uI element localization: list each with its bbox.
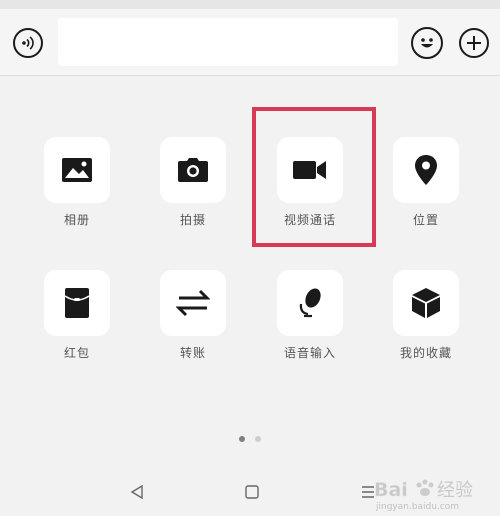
function-location[interactable]: 位置 bbox=[386, 137, 466, 228]
voice-input-icon bbox=[299, 288, 321, 318]
transfer-icon bbox=[176, 289, 210, 317]
function-favorites-tile[interactable] bbox=[393, 270, 459, 336]
emoji-icon bbox=[421, 38, 433, 48]
location-icon bbox=[415, 155, 437, 185]
function-location-tile[interactable] bbox=[393, 137, 459, 203]
svg-text:Bai: Bai bbox=[374, 479, 408, 501]
page-dot-2[interactable] bbox=[255, 436, 261, 442]
function-video-call[interactable]: 视频通话 bbox=[270, 137, 350, 228]
function-album-label: 相册 bbox=[63, 213, 90, 227]
function-voice-input-label: 语音输入 bbox=[283, 346, 336, 360]
red-packet-icon bbox=[64, 288, 90, 318]
more-functions-panel: 相册 拍摄 视频通话 位置 红包 转账 语音输入 我的收藏 bbox=[0, 76, 500, 456]
function-camera-label: 拍摄 bbox=[179, 213, 206, 227]
function-red-packet-label: 红包 bbox=[63, 346, 90, 360]
function-transfer-label: 转账 bbox=[179, 346, 206, 360]
voice-icon bbox=[22, 36, 34, 50]
function-video-call-label: 视频通话 bbox=[283, 213, 336, 227]
voice-toggle-button[interactable] bbox=[13, 28, 43, 58]
emoji-button[interactable] bbox=[411, 27, 443, 59]
home-square-icon bbox=[245, 485, 259, 499]
function-album[interactable]: 相册 bbox=[37, 137, 117, 228]
svg-text:jingyan.baidu.com: jingyan.baidu.com bbox=[375, 502, 459, 512]
function-favorites[interactable]: 我的收藏 bbox=[386, 270, 466, 361]
nav-back-button[interactable] bbox=[124, 480, 150, 504]
function-camera[interactable]: 拍摄 bbox=[153, 137, 233, 228]
function-transfer-tile[interactable] bbox=[160, 270, 226, 336]
function-location-label: 位置 bbox=[412, 213, 439, 227]
page-dot-1[interactable] bbox=[239, 436, 245, 442]
function-red-packet-tile[interactable] bbox=[44, 270, 110, 336]
function-favorites-label: 我的收藏 bbox=[399, 346, 452, 360]
function-album-tile[interactable] bbox=[44, 137, 110, 203]
function-transfer[interactable]: 转账 bbox=[153, 270, 233, 361]
function-camera-tile[interactable] bbox=[160, 137, 226, 203]
favorites-icon bbox=[412, 288, 440, 318]
chat-input-bar bbox=[0, 9, 500, 76]
status-strip bbox=[0, 0, 500, 9]
baidu-jingyan-watermark: Bai 经验 jingyan.baidu.com bbox=[372, 472, 492, 512]
camera-icon bbox=[178, 158, 208, 182]
baidu-jingyan-logo: Bai 经验 jingyan.baidu.com bbox=[374, 479, 473, 512]
function-voice-input[interactable]: 语音输入 bbox=[270, 270, 350, 361]
more-functions-button[interactable] bbox=[459, 28, 489, 58]
plus-icon bbox=[467, 36, 481, 50]
video-call-icon bbox=[293, 161, 326, 179]
back-triangle-icon bbox=[130, 484, 143, 500]
page-indicator bbox=[0, 436, 500, 442]
nav-home-button[interactable] bbox=[239, 480, 265, 504]
function-red-packet[interactable]: 红包 bbox=[37, 270, 117, 361]
message-input[interactable] bbox=[58, 18, 398, 66]
photo-album-icon bbox=[62, 158, 92, 182]
function-voice-input-tile[interactable] bbox=[277, 270, 343, 336]
svg-text:经验: 经验 bbox=[437, 480, 473, 501]
function-video-call-tile[interactable] bbox=[277, 137, 343, 203]
